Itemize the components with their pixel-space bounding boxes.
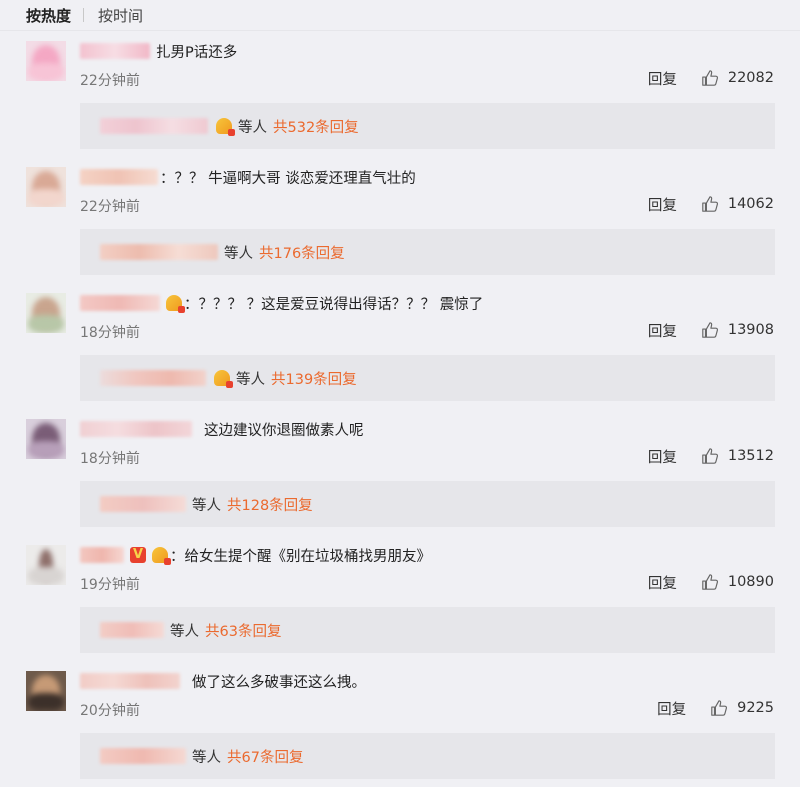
username-blurred[interactable] <box>80 547 124 563</box>
replier-names-blurred <box>100 118 208 134</box>
comment-actions: 回复 13908 <box>648 319 774 341</box>
reply-preview[interactable]: 等人 共67条回复 <box>80 733 775 779</box>
comment-line: V ： 给女生提个醒《别在垃圾桶找男朋友》 <box>80 543 431 567</box>
avatar[interactable] <box>26 419 66 459</box>
comment-item: V ： 给女生提个醒《别在垃圾桶找男朋友》 19分钟前 回复 10890 等人 … <box>0 535 800 661</box>
tab-sort-by-time[interactable]: 按时间 <box>98 5 143 26</box>
avatar[interactable] <box>26 41 66 81</box>
crown-badge-icon <box>166 295 185 313</box>
reply-button[interactable]: 回复 <box>648 194 677 215</box>
replier-names-blurred <box>100 496 186 512</box>
thumbs-up-icon[interactable] <box>701 447 719 465</box>
comment-line: 这边建议你退圈做素人呢 <box>80 417 364 441</box>
replier-names-blurred <box>100 244 218 260</box>
comment-item: 这边建议你退圈做素人呢 18分钟前 回复 13512 等人 共128条回复 <box>0 409 800 535</box>
comment-time: 22分钟前 <box>80 199 140 215</box>
reply-preview[interactable]: 等人 共63条回复 <box>80 607 775 653</box>
comment-item: 扎男P话还多 22分钟前 回复 22082 等人 共532条回复 <box>0 31 800 157</box>
reply-preview[interactable]: 等人 共139条回复 <box>80 355 775 401</box>
reply-button[interactable]: 回复 <box>648 446 677 467</box>
comment-time: 19分钟前 <box>80 577 140 593</box>
comment-actions: 回复 9225 <box>657 697 774 719</box>
reply-button[interactable]: 回复 <box>657 698 686 719</box>
crown-badge-icon <box>216 118 235 136</box>
replier-names-blurred <box>100 370 206 386</box>
comment-time: 18分钟前 <box>80 325 140 341</box>
comment-line: ： ？？ 牛逼啊大哥 谈恋爱还理直气壮的 <box>80 165 416 189</box>
tab-divider <box>83 8 85 22</box>
comment-actions: 回复 10890 <box>648 571 774 593</box>
thumbs-up-icon[interactable] <box>701 573 719 591</box>
username-blurred[interactable] <box>80 43 150 59</box>
reply-count-link[interactable]: 共67条回复 <box>227 746 303 767</box>
thumbs-up-icon[interactable] <box>701 321 719 339</box>
reply-preview[interactable]: 等人 共176条回复 <box>80 229 775 275</box>
like-count: 13908 <box>727 322 774 338</box>
others-label: 等人 <box>170 623 199 640</box>
comment-text: 做了这么多破事还这么拽。 <box>192 674 366 691</box>
comment-line: 扎男P话还多 <box>80 39 237 63</box>
crown-badge-icon <box>152 547 171 565</box>
thumbs-up-icon[interactable] <box>701 69 719 87</box>
reply-button[interactable]: 回复 <box>648 320 677 341</box>
colon: ： <box>184 296 199 313</box>
comment-time: 18分钟前 <box>80 451 140 467</box>
thumbs-up-icon[interactable] <box>701 195 719 213</box>
reply-preview[interactable]: 等人 共128条回复 <box>80 481 775 527</box>
sort-tabs: 按热度 按时间 <box>26 0 143 30</box>
comment-item: 做了这么多破事还这么拽。 20分钟前 回复 9225 等人 共67条回复 <box>0 661 800 787</box>
comment-actions: 回复 22082 <box>648 67 774 89</box>
username-blurred[interactable] <box>80 421 192 437</box>
avatar[interactable] <box>26 293 66 333</box>
comment-text: 给女生提个醒《别在垃圾桶找男朋友》 <box>184 548 432 565</box>
comment-text: ？？ 牛逼啊大哥 谈恋爱还理直气壮的 <box>174 170 416 187</box>
comment-item: ： ？？？ ？这是爱豆说得出得话？？？ 震惊了 18分钟前 回复 13908 等… <box>0 283 800 409</box>
comment-text: 扎男P话还多 <box>156 44 238 61</box>
avatar[interactable] <box>26 167 66 207</box>
reply-count-link[interactable]: 共139条回复 <box>271 368 357 389</box>
others-label: 等人 <box>192 749 221 766</box>
reply-count-link[interactable]: 共176条回复 <box>259 242 345 263</box>
like-count: 14062 <box>727 196 774 212</box>
replier-names-blurred <box>100 748 186 764</box>
others-label: 等人 <box>192 497 221 514</box>
comment-item: ： ？？ 牛逼啊大哥 谈恋爱还理直气壮的 22分钟前 回复 14062 等人 共… <box>0 157 800 283</box>
comment-time: 22分钟前 <box>80 73 140 89</box>
others-label: 等人 <box>238 119 267 136</box>
avatar[interactable] <box>26 545 66 585</box>
username-blurred[interactable] <box>80 295 160 311</box>
username-blurred[interactable] <box>80 169 158 185</box>
comment-actions: 回复 13512 <box>648 445 774 467</box>
reply-button[interactable]: 回复 <box>648 68 677 89</box>
like-count: 10890 <box>727 574 774 590</box>
comment-time: 20分钟前 <box>80 703 140 719</box>
like-count: 9225 <box>737 700 774 716</box>
colon: ： <box>160 170 175 187</box>
replier-names-blurred <box>100 622 164 638</box>
username-blurred[interactable] <box>80 673 180 689</box>
others-label: 等人 <box>224 245 253 262</box>
crown-badge-icon <box>214 370 233 388</box>
comment-line: ： ？？？ ？这是爱豆说得出得话？？？ 震惊了 <box>80 291 483 315</box>
reply-preview[interactable]: 等人 共532条回复 <box>80 103 775 149</box>
reply-button[interactable]: 回复 <box>648 572 677 593</box>
verified-v-icon: V <box>130 547 146 563</box>
tab-sort-by-hot[interactable]: 按热度 <box>26 5 71 26</box>
colon: ： <box>170 548 185 565</box>
comment-text: ？？？ ？这是爱豆说得出得话？？？ 震惊了 <box>198 296 484 313</box>
comment-line: 做了这么多破事还这么拽。 <box>80 669 366 693</box>
reply-count-link[interactable]: 共128条回复 <box>227 494 313 515</box>
avatar[interactable] <box>26 671 66 711</box>
thumbs-up-icon[interactable] <box>710 699 728 717</box>
reply-count-link[interactable]: 共532条回复 <box>273 116 359 137</box>
comment-actions: 回复 14062 <box>648 193 774 215</box>
comment-text: 这边建议你退圈做素人呢 <box>204 422 364 439</box>
reply-count-link[interactable]: 共63条回复 <box>205 620 281 641</box>
others-label: 等人 <box>236 371 265 388</box>
like-count: 22082 <box>727 70 774 86</box>
like-count: 13512 <box>727 448 774 464</box>
